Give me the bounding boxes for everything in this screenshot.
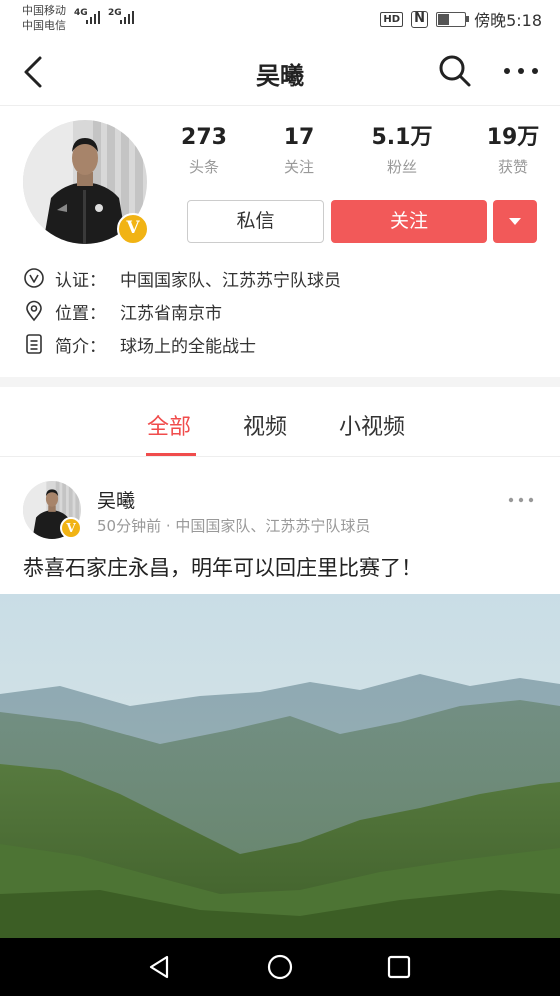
stat-posts[interactable]: 273 头条 — [159, 124, 249, 177]
post-author-name[interactable]: 吴曦 — [97, 486, 135, 513]
post-image[interactable] — [0, 594, 560, 938]
tab-all[interactable]: 全部 — [147, 409, 191, 441]
active-tab-indicator — [146, 453, 196, 456]
signal-bars-1-icon — [86, 10, 100, 24]
search-icon[interactable] — [436, 52, 474, 90]
message-button[interactable]: 私信 — [187, 200, 324, 243]
tab-video[interactable]: 视频 — [243, 409, 287, 441]
hd-icon: HD — [380, 11, 404, 27]
info-value: 江苏省南京市 — [120, 303, 222, 324]
info-value: 中国国家队、江苏苏宁队球员 — [120, 270, 341, 291]
stat-label: 获赞 — [497, 158, 528, 176]
signal-bars-2-icon — [120, 10, 134, 24]
location-icon — [26, 300, 42, 322]
verified-icon — [24, 268, 44, 288]
battery-icon — [436, 11, 470, 27]
follow-button[interactable]: 关注 — [331, 200, 487, 243]
info-bio: 简介： 球场上的全能战士 — [23, 331, 256, 357]
verified-badge-icon: V — [117, 213, 149, 245]
info-verification: 认证： 中国国家队、江苏苏宁队球员 — [23, 265, 341, 291]
stat-label: 粉丝 — [386, 158, 417, 176]
stat-value: 17 — [283, 125, 315, 150]
info-key: 认证： — [55, 270, 106, 291]
home-circle-icon[interactable] — [265, 952, 295, 982]
info-key: 简介： — [55, 336, 106, 357]
profile-page: { "status_bar": { "carrier1": "中国移动", "c… — [0, 0, 560, 996]
system-navigation-bar — [0, 938, 560, 996]
stat-value: 19万 — [486, 125, 540, 150]
stat-followers[interactable]: 5.1万 粉丝 — [357, 124, 447, 177]
info-location: 位置： 江苏省南京市 — [23, 298, 222, 324]
post-text[interactable]: 恭喜石家庄永昌，明年可以回庄里比赛了！ — [23, 552, 422, 582]
profile-stats: 273 头条 17 关注 5.1万 粉丝 19万 获赞 — [160, 124, 560, 184]
stat-likes[interactable]: 19万 获赞 — [468, 124, 558, 177]
stat-label: 关注 — [283, 158, 314, 176]
carrier-1: 中国移动 — [22, 4, 66, 17]
section-divider — [0, 377, 560, 387]
info-key: 位置： — [55, 303, 106, 324]
top-nav: 吴曦 — [0, 38, 560, 106]
verified-badge-icon: V — [60, 517, 82, 539]
stat-following[interactable]: 17 关注 — [254, 124, 344, 177]
status-right: HD N 傍晚5:18 — [380, 7, 542, 31]
info-value: 球场上的全能战士 — [120, 336, 256, 357]
stat-label: 头条 — [188, 158, 219, 176]
follow-dropdown-button[interactable] — [493, 200, 537, 243]
stat-value: 5.1万 — [371, 125, 433, 150]
content-tabs: 全部 视频 小视频 — [0, 387, 560, 457]
status-bar: 中国移动 中国电信 4G 2G HD N 傍晚5:18 — [0, 0, 560, 38]
post-more-icon[interactable] — [506, 490, 536, 510]
post-meta: 50分钟前 · 中国国家队、江苏苏宁队球员 — [97, 517, 371, 535]
carrier-labels: 中国移动 中国电信 — [22, 3, 66, 33]
document-icon — [26, 334, 42, 354]
carrier-2: 中国电信 — [22, 19, 66, 32]
back-triangle-icon[interactable] — [145, 952, 175, 982]
tab-short-video[interactable]: 小视频 — [339, 409, 405, 441]
clock: 傍晚5:18 — [474, 11, 542, 30]
more-options-icon[interactable] — [500, 56, 542, 86]
nfc-icon: N — [411, 10, 429, 28]
recents-square-icon[interactable] — [384, 952, 414, 982]
stat-value: 273 — [181, 125, 227, 150]
page-title: 吴曦 — [256, 62, 304, 90]
